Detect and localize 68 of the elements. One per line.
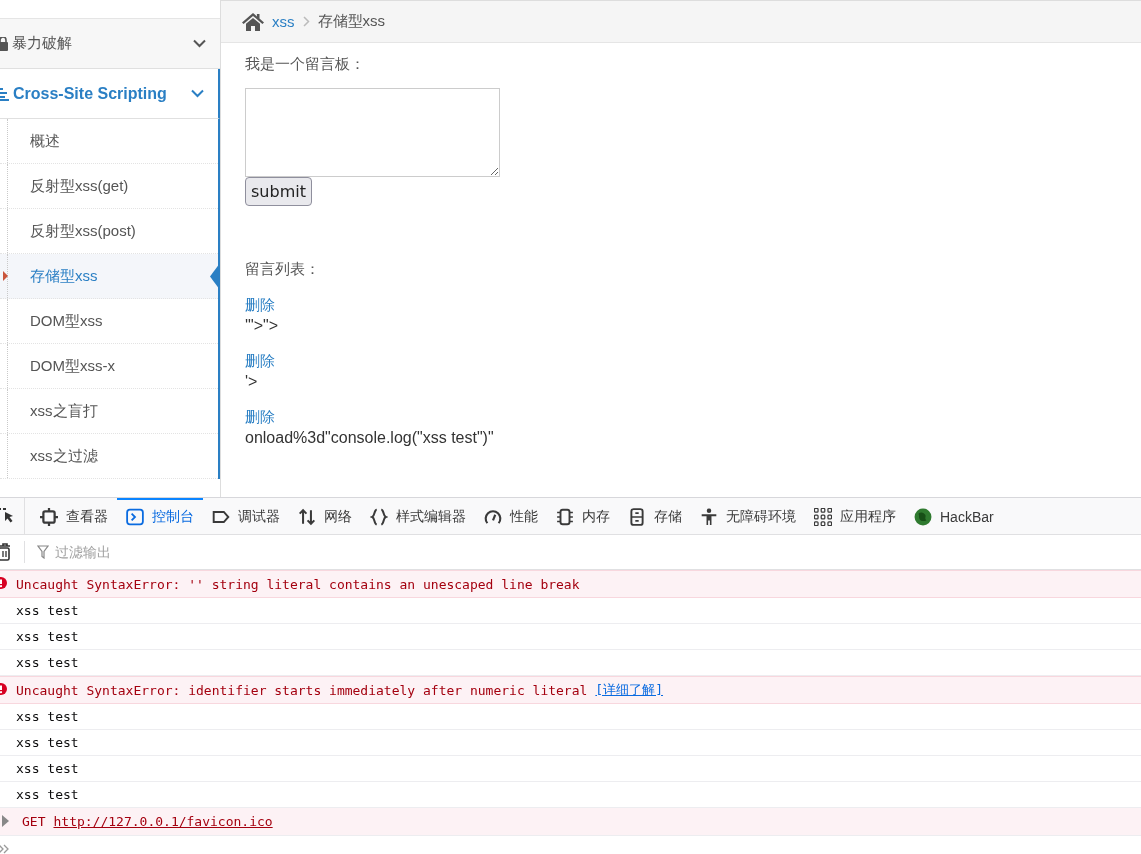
devtools-tab[interactable]: 样式编辑器 <box>361 498 475 534</box>
log-message: xss test <box>16 761 79 776</box>
chevron-down-icon <box>193 39 206 48</box>
globe-icon <box>914 508 932 526</box>
sidebar-item[interactable]: DOM型xss <box>0 299 218 344</box>
message-text: '> <box>245 372 259 392</box>
breadcrumb-link[interactable]: xss <box>272 13 295 30</box>
request-method: GET <box>22 814 46 829</box>
form-label: 我是一个留言板： <box>245 55 365 74</box>
inspector-icon <box>40 508 58 526</box>
triangle-icon <box>3 271 8 281</box>
picker-icon[interactable] <box>0 507 14 525</box>
log-message: xss test <box>16 603 79 618</box>
sidebar-item[interactable]: xss之过滤 <box>0 434 218 479</box>
sidebar-item[interactable]: xss之盲打 <box>0 389 218 434</box>
tag-icon <box>212 508 230 526</box>
sidebar-item[interactable]: DOM型xss-x <box>0 344 218 389</box>
log-message: xss test <box>16 655 79 670</box>
delete-link[interactable]: 删除 <box>245 351 275 371</box>
devtools-tab[interactable]: 控制台 <box>117 498 203 534</box>
sidebar-item[interactable]: 概述 <box>0 119 218 164</box>
chip-icon <box>556 508 574 526</box>
chevron-right-icon <box>302 16 310 27</box>
storage-icon <box>628 508 646 526</box>
sidebar-group[interactable]: 暴力破解 <box>0 19 220 69</box>
devtools-tab[interactable]: 应用程序 <box>805 498 905 534</box>
devtools-tab[interactable]: HackBar <box>905 498 1003 534</box>
devtools-tab[interactable]: 存储 <box>619 498 691 534</box>
gauge-icon <box>484 508 502 526</box>
devtools-tab[interactable]: 网络 <box>289 498 361 534</box>
devtools-tab[interactable]: 内存 <box>547 498 619 534</box>
lock-icon <box>0 36 8 51</box>
sidebar-item[interactable]: 反射型xss(get) <box>0 164 218 209</box>
log-message: xss test <box>16 787 79 802</box>
message-text: onload%3d"console.log("xss test")" <box>245 428 494 448</box>
submit-button[interactable]: submit <box>245 177 312 206</box>
delete-link[interactable]: 删除 <box>245 295 279 315</box>
arrows-icon <box>298 508 316 526</box>
sidebar-group[interactable]: Cross-Site Scripting <box>0 69 220 119</box>
chevron-down-icon <box>191 89 204 98</box>
breadcrumb-current: 存储型xss <box>317 12 385 31</box>
log-message: xss test <box>16 629 79 644</box>
braces-icon <box>370 508 388 526</box>
list-label: 留言列表： <box>245 260 320 279</box>
home-icon[interactable] <box>242 12 264 31</box>
delete-link[interactable]: 删除 <box>245 407 494 427</box>
list-icon <box>0 86 9 101</box>
request-url[interactable]: http://127.0.0.1/favicon.ico <box>53 814 273 829</box>
grid-icon <box>814 508 832 526</box>
error-message: Uncaught SyntaxError: identifier starts immediately after numeric literal <box>16 682 588 698</box>
sidebar-item[interactable]: 反射型xss(post) <box>0 209 218 254</box>
message-input-field[interactable] <box>245 88 500 177</box>
devtools-tab[interactable]: 调试器 <box>203 498 289 534</box>
devtools-tab[interactable]: 无障碍环境 <box>691 498 805 534</box>
expand-arrow-icon[interactable] <box>2 815 9 827</box>
learn-more-link[interactable]: [详细了解] <box>595 681 663 699</box>
devtools-tab[interactable]: 性能 <box>475 498 547 534</box>
trash-icon[interactable] <box>0 543 10 561</box>
log-message: xss test <box>16 709 79 724</box>
person-icon <box>700 508 718 526</box>
devtools-tab[interactable]: 查看器 <box>31 498 117 534</box>
error-message: Uncaught SyntaxError: '' string literal contains an unescaped line break <box>16 576 580 592</box>
sidebar-item[interactable]: 存储型xss <box>0 254 218 299</box>
console-icon <box>126 508 144 526</box>
message-text: '">"> <box>245 316 279 336</box>
filter-field[interactable]: 过滤输出 <box>53 543 457 561</box>
log-message: xss test <box>16 735 79 750</box>
filter-icon <box>37 545 49 559</box>
